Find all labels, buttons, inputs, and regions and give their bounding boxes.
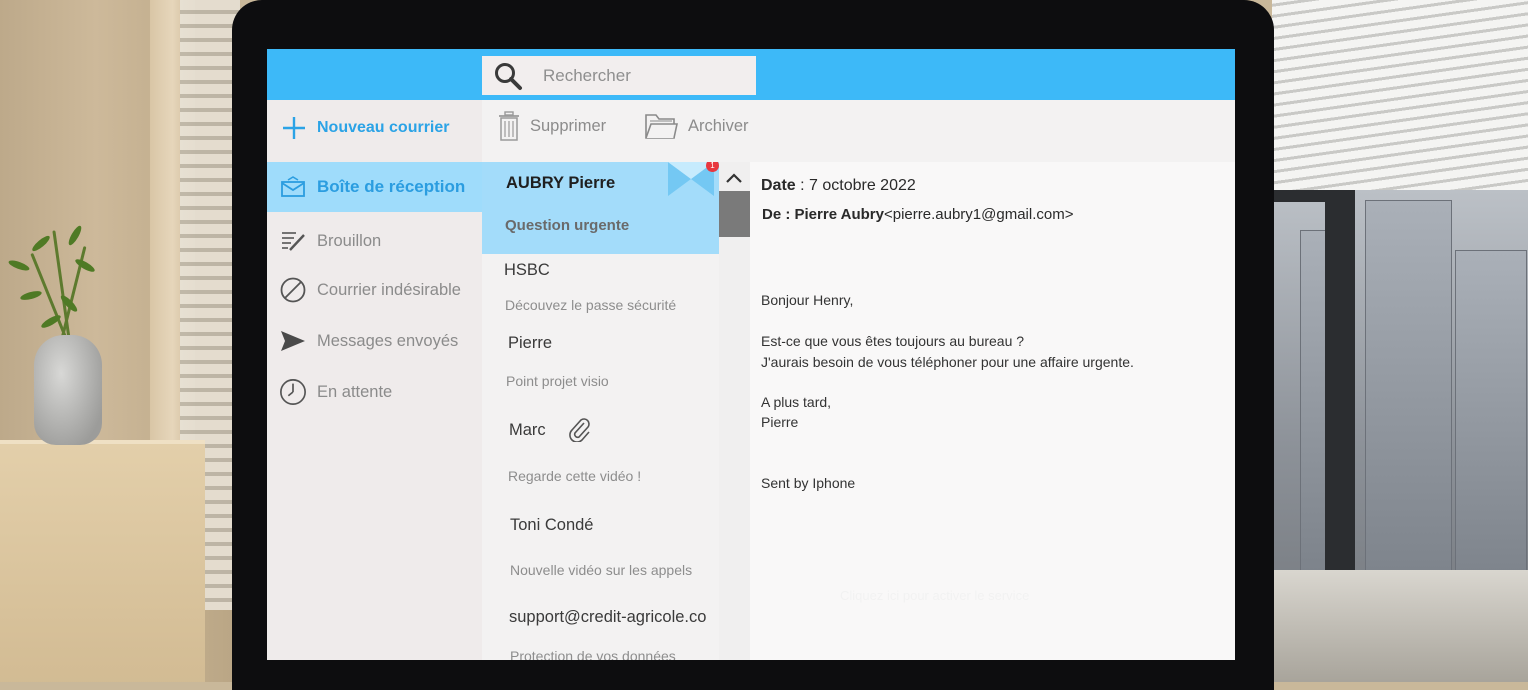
- building: [1365, 200, 1452, 582]
- message-sender: Toni Condé: [510, 516, 594, 534]
- message-row[interactable]: Marc Regarde cette vidéo !: [482, 404, 719, 498]
- message-sender: Pierre: [508, 334, 553, 352]
- message-subject: Découvez le passe sécurité: [505, 297, 677, 313]
- vase: [34, 335, 102, 445]
- plus-icon: [283, 117, 305, 139]
- date-value: : 7 octobre 2022: [795, 177, 916, 194]
- delete-button[interactable]: Supprimer: [498, 109, 606, 143]
- top-bar: [267, 49, 1235, 100]
- email-body-line: A plus tard,: [761, 394, 832, 410]
- sidebar-item-label: Messages envoyés: [317, 331, 459, 350]
- wooden-cabinet: [0, 440, 205, 682]
- from-label: De : Pierre Aubry: [762, 206, 884, 223]
- inbox-icon: [279, 173, 307, 201]
- message-row[interactable]: HSBC Découvez le passe sécurité: [482, 254, 719, 328]
- right-blinds: [1272, 0, 1528, 190]
- clock-icon: [279, 378, 307, 406]
- blocked-icon: [279, 276, 307, 304]
- sidebar-item-sent[interactable]: Messages envoyés: [267, 316, 482, 366]
- archive-button[interactable]: Archiver: [644, 109, 749, 143]
- chevron-up-icon[interactable]: [723, 168, 745, 188]
- floor: [1272, 570, 1528, 682]
- sidebar-item-drafts[interactable]: Brouillon: [267, 216, 482, 266]
- message-sender: support@credit-agricole.co: [509, 608, 707, 626]
- window-frame: [1272, 190, 1332, 202]
- sidebar: Nouveau courrier Boîte de réception Brou…: [267, 100, 482, 660]
- message-list-scrollbar[interactable]: [719, 162, 750, 660]
- faint-link[interactable]: Cliquez ici pour activer le service: [840, 588, 1029, 603]
- email-from: De : Pierre Aubry<pierre.aubry1@gmail.co…: [762, 206, 1073, 223]
- message-row[interactable]: AUBRY Pierre Question urgente 1: [482, 162, 719, 254]
- send-icon: [279, 327, 307, 355]
- delete-label: Supprimer: [530, 116, 607, 135]
- sidebar-item-label: Brouillon: [317, 231, 382, 250]
- trash-icon: [499, 111, 519, 141]
- email-body-line: Est-ce que vous êtes toujours au bureau …: [761, 333, 1025, 349]
- email-date: Date : 7 octobre 2022: [761, 177, 916, 195]
- message-subject: Regarde cette vidéo !: [508, 468, 642, 484]
- mail-app: Nouveau courrier Boîte de réception: [267, 49, 1235, 660]
- message-subject: Protection de vos données: [510, 648, 676, 660]
- email-body-line: Pierre: [761, 414, 799, 430]
- search-icon[interactable]: [493, 61, 523, 91]
- email-body-line: Bonjour Henry,: [761, 292, 854, 308]
- email-body-line: Sent by Iphone: [761, 475, 856, 491]
- sidebar-item-pending[interactable]: En attente: [267, 367, 482, 417]
- unread-badge: 1: [706, 162, 719, 172]
- sidebar-item-label: En attente: [317, 382, 393, 401]
- message-row[interactable]: support@credit-agricole.co Protection de…: [482, 594, 719, 660]
- attachment-icon: [569, 418, 590, 442]
- scrollbar-thumb[interactable]: [719, 191, 750, 237]
- message-row[interactable]: Pierre Point projet visio: [482, 328, 719, 404]
- folder-icon: [645, 114, 678, 139]
- message-subject: Nouvelle vidéo sur les appels: [510, 562, 693, 578]
- from-email: <pierre.aubry1@gmail.com>: [884, 206, 1074, 223]
- message-subject: Question urgente: [505, 217, 630, 234]
- draft-icon: [279, 227, 307, 255]
- toolbar: Supprimer Archiver: [482, 100, 1235, 162]
- window-frame: [1325, 190, 1355, 620]
- message-subject: Point projet visio: [506, 373, 609, 389]
- archive-label: Archiver: [688, 116, 749, 135]
- message-sender: Marc: [509, 421, 546, 439]
- message-sender: HSBC: [504, 261, 550, 279]
- message-sender: AUBRY Pierre: [506, 174, 616, 192]
- reading-pane: Date : 7 octobre 2022 De : Pierre Aubry<…: [750, 162, 1235, 660]
- email-body-line: J'aurais besoin de vous téléphoner pour …: [761, 354, 1134, 370]
- search-input[interactable]: [541, 64, 745, 87]
- new-mail-label: Nouveau courrier: [317, 119, 450, 136]
- sidebar-item-spam[interactable]: Courrier indésirable: [267, 265, 482, 315]
- new-mail-button[interactable]: Nouveau courrier: [281, 113, 449, 143]
- message-list: AUBRY Pierre Question urgente 1 HSBC Déc…: [482, 162, 719, 660]
- message-row[interactable]: Toni Condé Nouvelle vidéo sur les appels: [482, 498, 719, 594]
- building: [1455, 250, 1527, 582]
- search-box[interactable]: [482, 56, 756, 95]
- date-label: Date: [761, 177, 796, 194]
- sidebar-item-label: Boîte de réception: [317, 177, 466, 196]
- sidebar-item-label: Courrier indésirable: [317, 280, 461, 299]
- sidebar-item-inbox[interactable]: Boîte de réception: [267, 162, 482, 212]
